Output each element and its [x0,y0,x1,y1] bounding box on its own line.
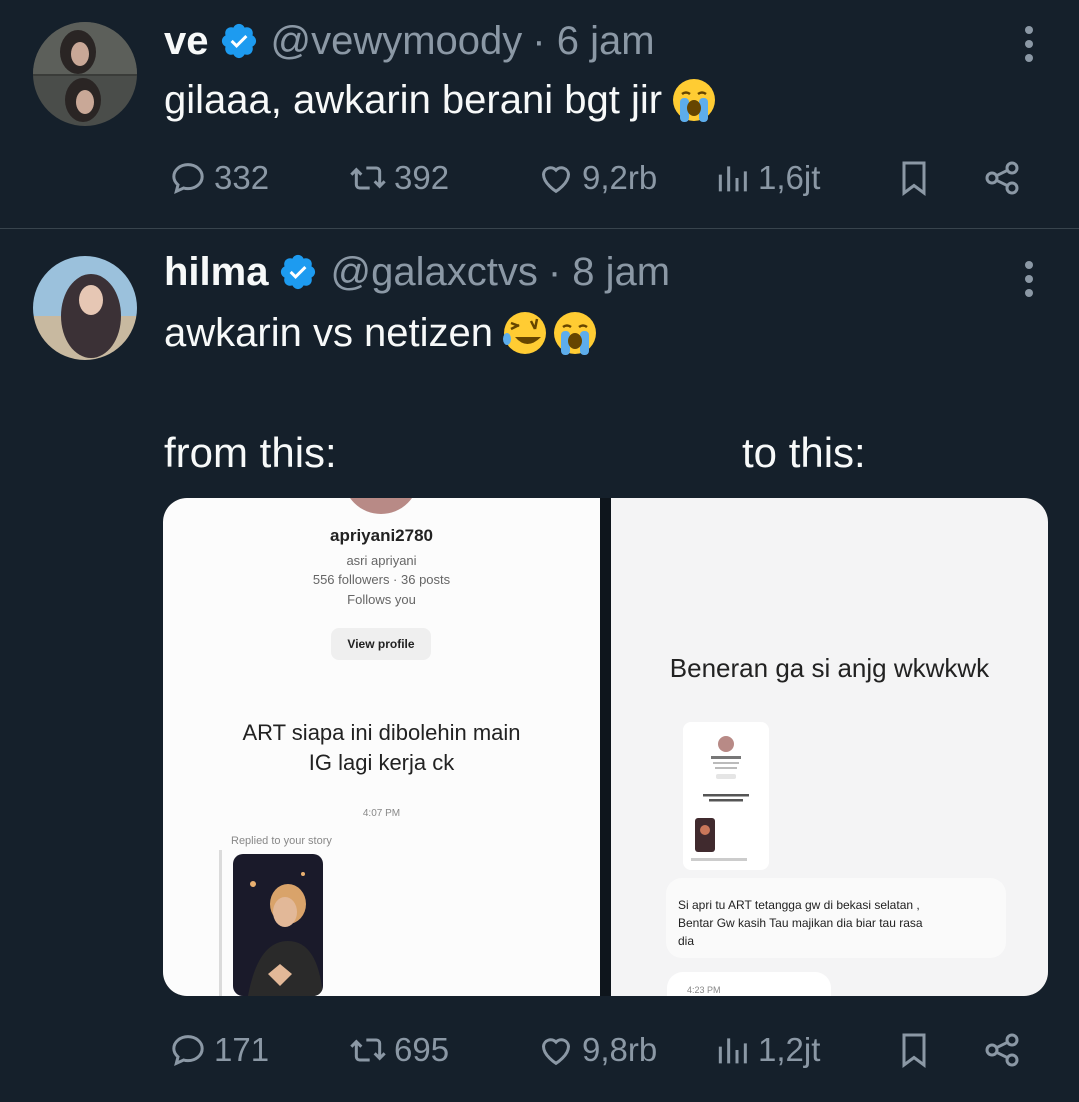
reply-icon [172,163,204,194]
tweet-text: awkarin vs netizen [164,310,494,355]
dm-follows: Follows you [347,592,416,607]
dm-time: 4:23 PM [687,985,721,995]
tweet-1[interactable]: ve @vewymoody · 6 jam gilaaa, awkarin be… [0,0,1079,228]
bookmark-icon [902,1033,926,1068]
dm-time: 4:07 PM [362,808,401,819]
tweet-header: ve @vewymoody · 6 jam [164,18,655,64]
like-count: 9,8rb [582,1031,658,1068]
retweet-icon [350,1038,386,1062]
reply-bar [219,850,222,996]
reply-button[interactable]: 171 [168,1030,269,1070]
rolling-on-floor-laughing-icon [503,312,547,354]
reply-line3: dia [678,934,695,948]
dm-fullname: asri apriyani [346,553,417,568]
dm-replied-label: Replied to your story [231,835,332,847]
views-count: 1,2jt [758,1031,821,1068]
profile-avatar [343,498,419,514]
reply-button[interactable]: 332 [168,158,269,198]
avatar-image [33,22,137,126]
reply-icon [172,1035,204,1066]
bookmark-button[interactable] [894,158,934,198]
avatar-ve[interactable] [33,22,137,126]
loudly-crying-face-icon [554,312,597,355]
media-image-left[interactable]: apriyani2780 asri apriyani 556 followers… [163,498,600,996]
views-count: 1,6jt [758,159,821,196]
reply-count: 171 [214,1031,270,1068]
retweet-icon [350,166,386,190]
dm-username: apriyani2780 [329,526,433,545]
reply-line2: Bentar Gw kasih Tau majikan dia biar tau… [678,916,923,930]
mini-screenshot [683,722,769,870]
bookmark-icon [902,161,926,196]
caption-from: from this: [164,429,337,476]
dm-message-line2: IG lagi kerja ck [308,750,455,775]
views-button[interactable]: 1,2jt [712,1030,820,1070]
dm-heading: Beneran ga si anjg wkwkwk [669,653,990,683]
dm-message-line1: ART siapa ini dibolehin main [242,720,521,745]
retweet-count: 392 [394,159,450,196]
like-count: 9,2rb [582,159,658,196]
tweet-actions: 332 392 9,2rb 1,6jt [164,158,1034,198]
view-profile-button: View profile [331,628,431,660]
share-button[interactable] [982,158,1022,198]
more-options-icon[interactable] [1025,261,1035,297]
avatar-image [33,256,137,360]
more-options-icon[interactable] [1025,26,1035,62]
tweet-text-row: gilaaa, awkarin berani bgt jir [164,74,718,126]
media-image-right[interactable]: Beneran ga si anjg wkwkwk Si apri tu ART… [611,498,1048,996]
verified-badge-icon [281,254,316,290]
display-name[interactable]: hilma [164,250,268,295]
reply-count: 332 [214,159,270,196]
retweet-count: 695 [394,1031,450,1068]
handle[interactable]: @vewymoody [271,19,523,64]
tweet-actions: 171 695 9,8rb 1,2jt [164,1030,1034,1070]
bookmark-button[interactable] [894,1030,934,1070]
avatar-hilma[interactable] [33,256,137,360]
display-name[interactable]: ve [164,19,209,64]
share-icon [985,161,1019,195]
dm-stats: 556 followers · 36 posts [312,572,451,587]
views-button[interactable]: 1,6jt [712,158,820,198]
tweet-text-row: awkarin vs netizen [164,305,599,361]
like-button[interactable]: 9,8rb [536,1030,657,1070]
retweet-button[interactable]: 392 [348,158,449,198]
views-chart-icon [718,1038,747,1064]
tweet-header: hilma @galaxctvs · 8 jam [164,249,670,295]
reply-line1: Si apri tu ART tetangga gw di bekasi sel… [678,898,920,912]
retweet-button[interactable]: 695 [348,1030,449,1070]
like-button[interactable]: 9,2rb [536,158,657,198]
caption-to: to this: [742,429,866,476]
verified-badge-icon [221,23,256,59]
timestamp[interactable]: · 6 jam [532,19,654,64]
heart-icon [541,166,571,194]
heart-icon [541,1038,571,1066]
loudly-crying-face-icon [673,79,716,122]
share-button[interactable] [982,1030,1022,1070]
tweet-media[interactable]: apriyani2780 asri apriyani 556 followers… [163,498,1048,996]
share-icon [985,1033,1019,1067]
handle[interactable]: @galaxctvs [330,250,537,295]
tweet-text: gilaaa, awkarin berani bgt jir [164,77,663,122]
views-chart-icon [718,166,747,192]
story-thumbnail [233,854,323,996]
timestamp[interactable]: · 8 jam [548,250,670,295]
